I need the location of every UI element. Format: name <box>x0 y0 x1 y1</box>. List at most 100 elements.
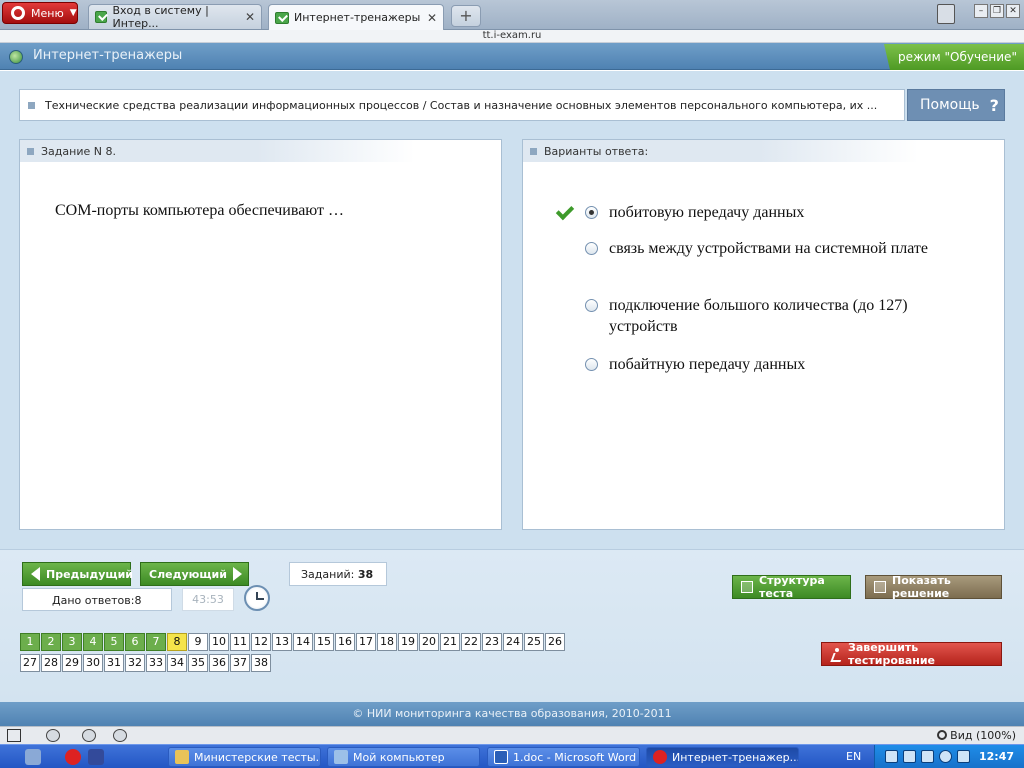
question-number-cell[interactable]: 3 <box>62 633 82 651</box>
question-number-cell[interactable]: 22 <box>461 633 481 651</box>
browser-tab-trainers[interactable]: Интернет-тренажеры ✕ <box>268 4 444 30</box>
question-grid-row-1: 1 2 3 4 5 6 7 8 9 10 11 12 13 14 15 16 17 18 19 20 21 22 23 24 2… <box>20 633 566 651</box>
question-number-cell[interactable]: 6 <box>125 633 145 651</box>
question-number-cell[interactable]: 16 <box>335 633 355 651</box>
opera-icon[interactable] <box>65 749 81 765</box>
previous-button[interactable]: Предыдущий <box>22 562 133 586</box>
question-number-cell[interactable]: 38 <box>251 654 271 672</box>
tab-title: Интернет-тренажеры <box>294 11 421 24</box>
speed-dial-icon[interactable] <box>113 729 127 742</box>
answer-option-3[interactable]: подключение большого количества (до 127)… <box>585 295 939 337</box>
radio-button[interactable] <box>585 242 598 255</box>
chevron-down-icon: ▼ <box>69 8 77 18</box>
copyright-footer: © НИИ мониторинга качества образования, … <box>0 702 1024 726</box>
help-button[interactable]: Помощь ? <box>907 89 1005 121</box>
question-mark-icon: ? <box>989 95 999 115</box>
question-number-cell[interactable]: 4 <box>83 633 103 651</box>
question-number-cell[interactable]: 9 <box>188 633 208 651</box>
panel-toggle-icon[interactable] <box>7 729 21 742</box>
arrow-right-icon <box>232 567 242 581</box>
answer-text: подключение большого количества (до 127)… <box>609 297 908 335</box>
breadcrumb-text: Технические средства реализации информац… <box>45 99 878 112</box>
minimize-icon[interactable]: – <box>974 4 988 18</box>
new-tab-button[interactable]: + <box>451 5 481 27</box>
taskbar-item-tests[interactable]: Министерские тесты... <box>168 747 321 767</box>
app-header: Интернет-тренажеры <box>0 43 1024 70</box>
mode-badge: режим "Обучение" <box>884 44 1024 70</box>
question-number-cell[interactable]: 1 <box>20 633 40 651</box>
answers-header: Варианты ответа: <box>544 145 649 158</box>
correct-check-icon <box>555 201 575 221</box>
sync-icon[interactable] <box>46 729 60 742</box>
restore-icon[interactable]: ❐ <box>990 4 1004 18</box>
close-icon[interactable]: ✕ <box>427 11 437 25</box>
bullet-icon <box>27 148 34 155</box>
zoom-control[interactable]: Вид (100%) <box>937 729 1016 742</box>
question-number-cell[interactable]: 15 <box>314 633 334 651</box>
taskbar-item-word[interactable]: 1.doc - Microsoft Word <box>487 747 640 767</box>
question-number-cell[interactable]: 25 <box>524 633 544 651</box>
trash-icon[interactable] <box>937 4 955 24</box>
taskbar-item-trainers[interactable]: Интернет-тренажер... <box>646 747 799 767</box>
finish-test-button[interactable]: Завершить тестирование <box>821 641 1002 667</box>
question-number-cell[interactable]: 11 <box>230 633 250 651</box>
close-window-icon[interactable]: ✕ <box>1006 4 1020 18</box>
question-number-cell[interactable]: 5 <box>104 633 124 651</box>
answer-option-1[interactable]: побитовую передачу данных <box>585 202 939 223</box>
question-number-cell[interactable]: 36 <box>209 654 229 672</box>
opera-logo-icon <box>11 6 25 20</box>
question-number-cell[interactable]: 29 <box>62 654 82 672</box>
question-number-cell[interactable]: 19 <box>398 633 418 651</box>
question-number-cell[interactable]: 18 <box>377 633 397 651</box>
tray-app-icon[interactable] <box>939 750 952 763</box>
tray-app-icon[interactable] <box>957 750 970 763</box>
show-solution-button[interactable]: Показать решение <box>865 574 1002 600</box>
question-number-cell[interactable]: 30 <box>83 654 103 672</box>
question-number-cell[interactable]: 24 <box>503 633 523 651</box>
question-number-cell[interactable]: 27 <box>20 654 40 672</box>
question-number-cell[interactable]: 35 <box>188 654 208 672</box>
close-icon[interactable]: ✕ <box>245 10 255 24</box>
taskbar-item-my-computer[interactable]: Мой компьютер <box>327 747 480 767</box>
question-number-cell[interactable]: 17 <box>356 633 376 651</box>
network-icon[interactable] <box>903 750 916 763</box>
question-number-cell[interactable]: 14 <box>293 633 313 651</box>
question-number-cell[interactable]: 31 <box>104 654 124 672</box>
radio-button[interactable] <box>585 206 598 219</box>
question-number-cell[interactable]: 21 <box>440 633 460 651</box>
computer-icon <box>334 750 348 764</box>
question-number-cell[interactable]: 7 <box>146 633 166 651</box>
answer-option-4[interactable]: побайтную передачу данных <box>585 354 939 375</box>
question-number-cell[interactable]: 34 <box>167 654 187 672</box>
question-number-cell[interactable]: 8 <box>167 633 187 651</box>
network-icon[interactable] <box>82 729 96 742</box>
tray-app-icon[interactable] <box>885 750 898 763</box>
question-number-cell[interactable]: 37 <box>230 654 250 672</box>
question-number-cell[interactable]: 32 <box>125 654 145 672</box>
language-indicator[interactable]: EN <box>846 750 861 763</box>
question-number-cell[interactable]: 2 <box>41 633 61 651</box>
radio-button[interactable] <box>585 358 598 371</box>
question-number-cell[interactable]: 10 <box>209 633 229 651</box>
answer-option-2[interactable]: связь между устройствами на системной пл… <box>585 238 939 259</box>
question-number-cell[interactable]: 33 <box>146 654 166 672</box>
next-button[interactable]: Следующий <box>140 562 249 586</box>
question-number-cell[interactable]: 20 <box>419 633 439 651</box>
question-number-cell[interactable]: 12 <box>251 633 271 651</box>
tasks-counter: Заданий: 38 <box>289 562 387 586</box>
question-number-cell[interactable]: 26 <box>545 633 565 651</box>
address-bar[interactable]: tt.i-exam.ru <box>0 30 1024 43</box>
question-number-cell[interactable]: 23 <box>482 633 502 651</box>
quick-launch-icon[interactable] <box>25 749 41 765</box>
favicon-icon <box>95 11 108 23</box>
volume-icon[interactable] <box>921 750 934 763</box>
app-shortcut-icon[interactable] <box>88 749 104 765</box>
opera-menu-button[interactable]: Меню ▼ <box>2 2 78 24</box>
question-number-cell[interactable]: 13 <box>272 633 292 651</box>
test-structure-button[interactable]: Структура теста <box>732 574 851 600</box>
task-number: Задание N 8. <box>41 145 116 158</box>
radio-button[interactable] <box>585 299 598 312</box>
answer-text: побитовую передачу данных <box>609 204 805 221</box>
question-number-cell[interactable]: 28 <box>41 654 61 672</box>
browser-tab-login[interactable]: Вход в систему | Интер... ✕ <box>88 4 262 30</box>
